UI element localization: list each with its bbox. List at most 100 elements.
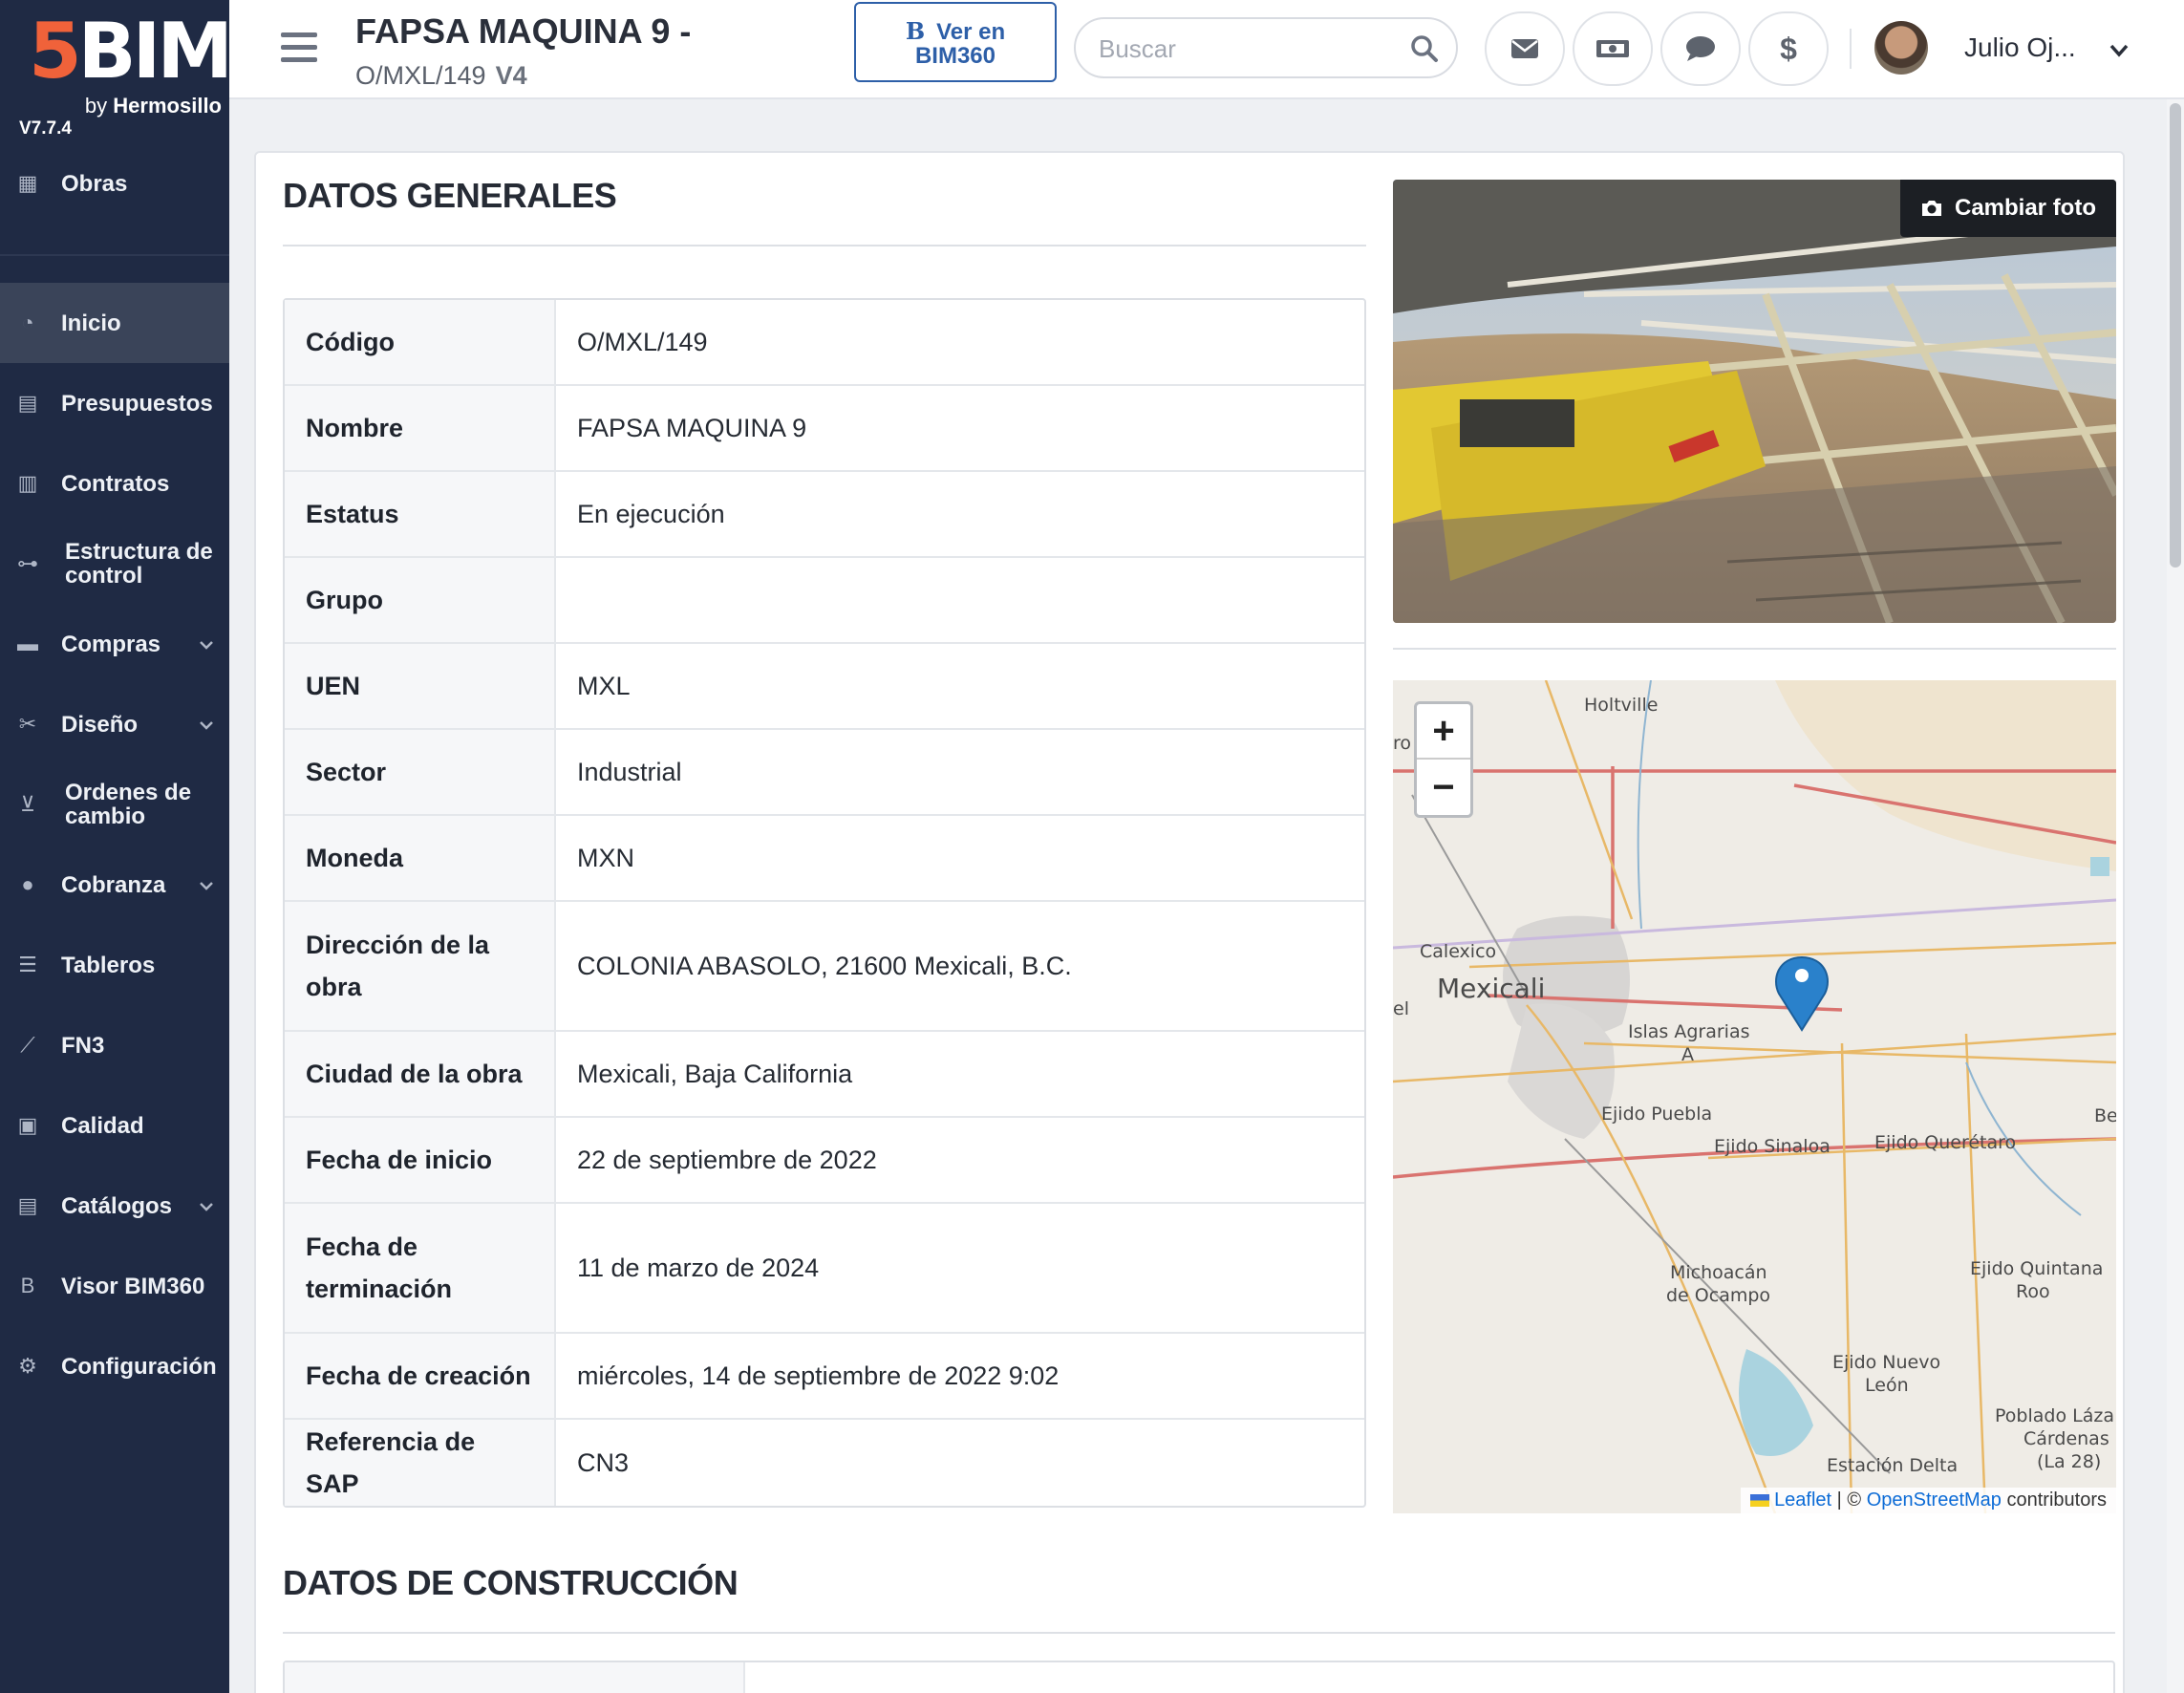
sidebar-item-12[interactable]: ▤ Catálogos [0,1166,229,1246]
sidebar-item-9[interactable]: ☰ Tableros [0,925,229,1005]
project-version: V4 [495,61,527,90]
clipboard-check-icon: ▣ [17,1113,38,1137]
project-map[interactable]: Holtville ro Calexico Mexicali el Islas … [1393,680,2116,1513]
map-label-el: el [1393,998,1409,1019]
sidebar-item-13[interactable]: B Visor BIM360 [0,1246,229,1326]
bim-button-line1: Ver en [936,19,1006,45]
divider [1393,648,2116,650]
sidebar-item-3[interactable]: ▥ Contratos [0,443,229,524]
attribution-separator: | © [1831,1489,1867,1511]
map-label-puebla: Ejido Puebla [1601,1104,1712,1125]
field-label: Grupo [285,558,556,642]
map-tiles: Holtville ro Calexico Mexicali el Islas … [1393,680,2116,1513]
table-row: UEN MXL [285,644,1364,730]
view-in-bim360-button[interactable]: B Ver en BIM360 [854,2,1057,82]
hamburger-menu-icon[interactable] [281,32,317,65]
map-attribution: Leaflet | © OpenStreetMap contributors [1740,1488,2116,1513]
sidebar-item-1[interactable]: ◔ Inicio [0,283,229,363]
bim-b-icon: B [905,17,926,45]
field-label: UEN [285,644,556,728]
bim-button-line2: BIM360 [914,43,996,69]
map-label-nuevo-1: Ejido Nuevo [1832,1352,1940,1373]
project-title: FAPSA MAQUINA 9 - [355,11,692,51]
map-label-estacion: Estación Delta [1827,1455,1958,1476]
construction-data-table [283,1661,2115,1693]
map-label-poblado-3: (La 28) [2037,1451,2101,1472]
map-label-islas: Islas Agrarias [1628,1021,1750,1042]
osm-link[interactable]: OpenStreetMap [1867,1489,2002,1511]
field-value: CN3 [577,1447,630,1477]
map-label-calexico: Calexico [1420,941,1496,962]
table-row: Fecha de creación miércoles, 14 de septie… [285,1334,1364,1420]
map-label-michoacan-2: de Ocampo [1666,1285,1770,1306]
map-label-be: Be [2094,1105,2116,1126]
change-photo-button[interactable]: Cambiar foto [1900,180,2116,237]
map-label-mexicali: Mexicali [1437,973,1545,1004]
sidebar-item-label: Compras [61,631,161,657]
sidebar-item-6[interactable]: ✂ Diseño [0,684,229,764]
chevron-down-icon[interactable] [2109,38,2129,63]
gears-icon: ⚙ [18,1354,37,1378]
sidebar-item-10[interactable]: ⟋ FN3 [0,1005,229,1085]
map-label-quintana-1: Ejido Quintana [1970,1258,2103,1279]
brand-by: by [84,94,108,118]
sidebar-item-label: Estructura de control [65,539,213,589]
user-name[interactable]: Julio Oj... [1964,32,2076,63]
search-input[interactable] [1099,31,1404,67]
field-label: Fecha de creación [285,1334,556,1418]
field-label: Fecha de terminación [285,1204,556,1332]
brand-logo[interactable]: 5BIM by Hermosillo V7.7.4 [0,0,233,143]
top-bar: FAPSA MAQUINA 9 - O/MXL/149 V4 B Ver en BI… [229,0,2184,99]
map-label-poblado-1: Poblado Láza [1995,1405,2114,1426]
sidebar-item-2[interactable]: ▤ Presupuestos [0,363,229,443]
map-label-holtville: Holtville [1584,695,1658,716]
section-title-general: DATOS GENERALES [283,176,617,215]
envelope-icon[interactable] [1485,11,1565,86]
field-value: miércoles, 14 de septiembre de 2022 9:02 [577,1361,1060,1390]
project-photo: Cambiar foto [1393,180,2116,623]
sidebar-item-4[interactable]: ⊶ Estructura de control [0,524,229,604]
field-label: Moneda [285,816,556,900]
zoom-in-button[interactable]: + [1417,704,1470,760]
sidebar-item-0[interactable]: ▦ Obras [0,143,229,224]
sidebar-item-label: Presupuestos [61,390,213,417]
divider [1850,29,1852,69]
brand-wordmark: 5BIM [29,13,233,90]
table-row: Fecha de inicio 22 de septiembre de 2022 [285,1118,1364,1204]
list-check-icon: ☰ [18,953,37,976]
leaflet-link[interactable]: Leaflet [1774,1489,1831,1511]
sidebar-item-14[interactable]: ⚙ Configuración [0,1326,229,1406]
sidebar-item-5[interactable]: ▬ Compras [0,604,229,684]
general-data-table: Código O/MXL/149 Nombre FAPSA MAQUINA 9 Esta… [283,298,1366,1508]
sidebar-item-label: Calidad [61,1112,144,1139]
tools-icon: ✂ [18,712,37,736]
sidebar: 5BIM by Hermosillo V7.7.4 ▦ Obras ◔ Inicio ▤… [0,0,233,1693]
chevron-down-icon [199,875,214,895]
sidebar-item-label: Visor BIM360 [61,1273,205,1299]
sidebar-item-label: Contratos [61,470,170,497]
comment-icon[interactable] [1660,11,1741,86]
table-row: Estatus En ejecución [285,472,1364,558]
money-bill-icon[interactable] [1573,11,1653,86]
sidebar-item-8[interactable]: ● Cobranza [0,845,229,925]
zoom-out-button[interactable]: − [1417,760,1470,815]
user-avatar[interactable] [1874,21,1928,75]
field-value: Mexicali, Baja California [577,1059,853,1088]
search-icon[interactable] [1410,34,1439,63]
field-value: COLONIA ABASOLO, 21600 Mexicali, B.C. [577,951,1072,980]
camera-icon [1921,201,1941,216]
scrollbar-thumb[interactable] [2170,103,2181,568]
sidebar-item-7[interactable]: ⊻ Ordenes de cambio [0,764,229,845]
table-row: Sector Industrial [285,730,1364,816]
field-label: Sector [285,730,556,814]
sidebar-item-11[interactable]: ▣ Calidad [0,1085,229,1166]
brand-bim: BIM [77,7,233,96]
field-value: FAPSA MAQUINA 9 [577,413,807,442]
calculator-icon: ▤ [17,391,38,415]
divider [283,1632,2115,1634]
dollar-icon[interactable]: $ [1748,11,1829,86]
credit-card-icon: ▬ [17,632,38,655]
map-zoom-control: + − [1414,701,1473,818]
table-row: Grupo [285,558,1364,644]
construction-photo-image [1393,180,2116,623]
